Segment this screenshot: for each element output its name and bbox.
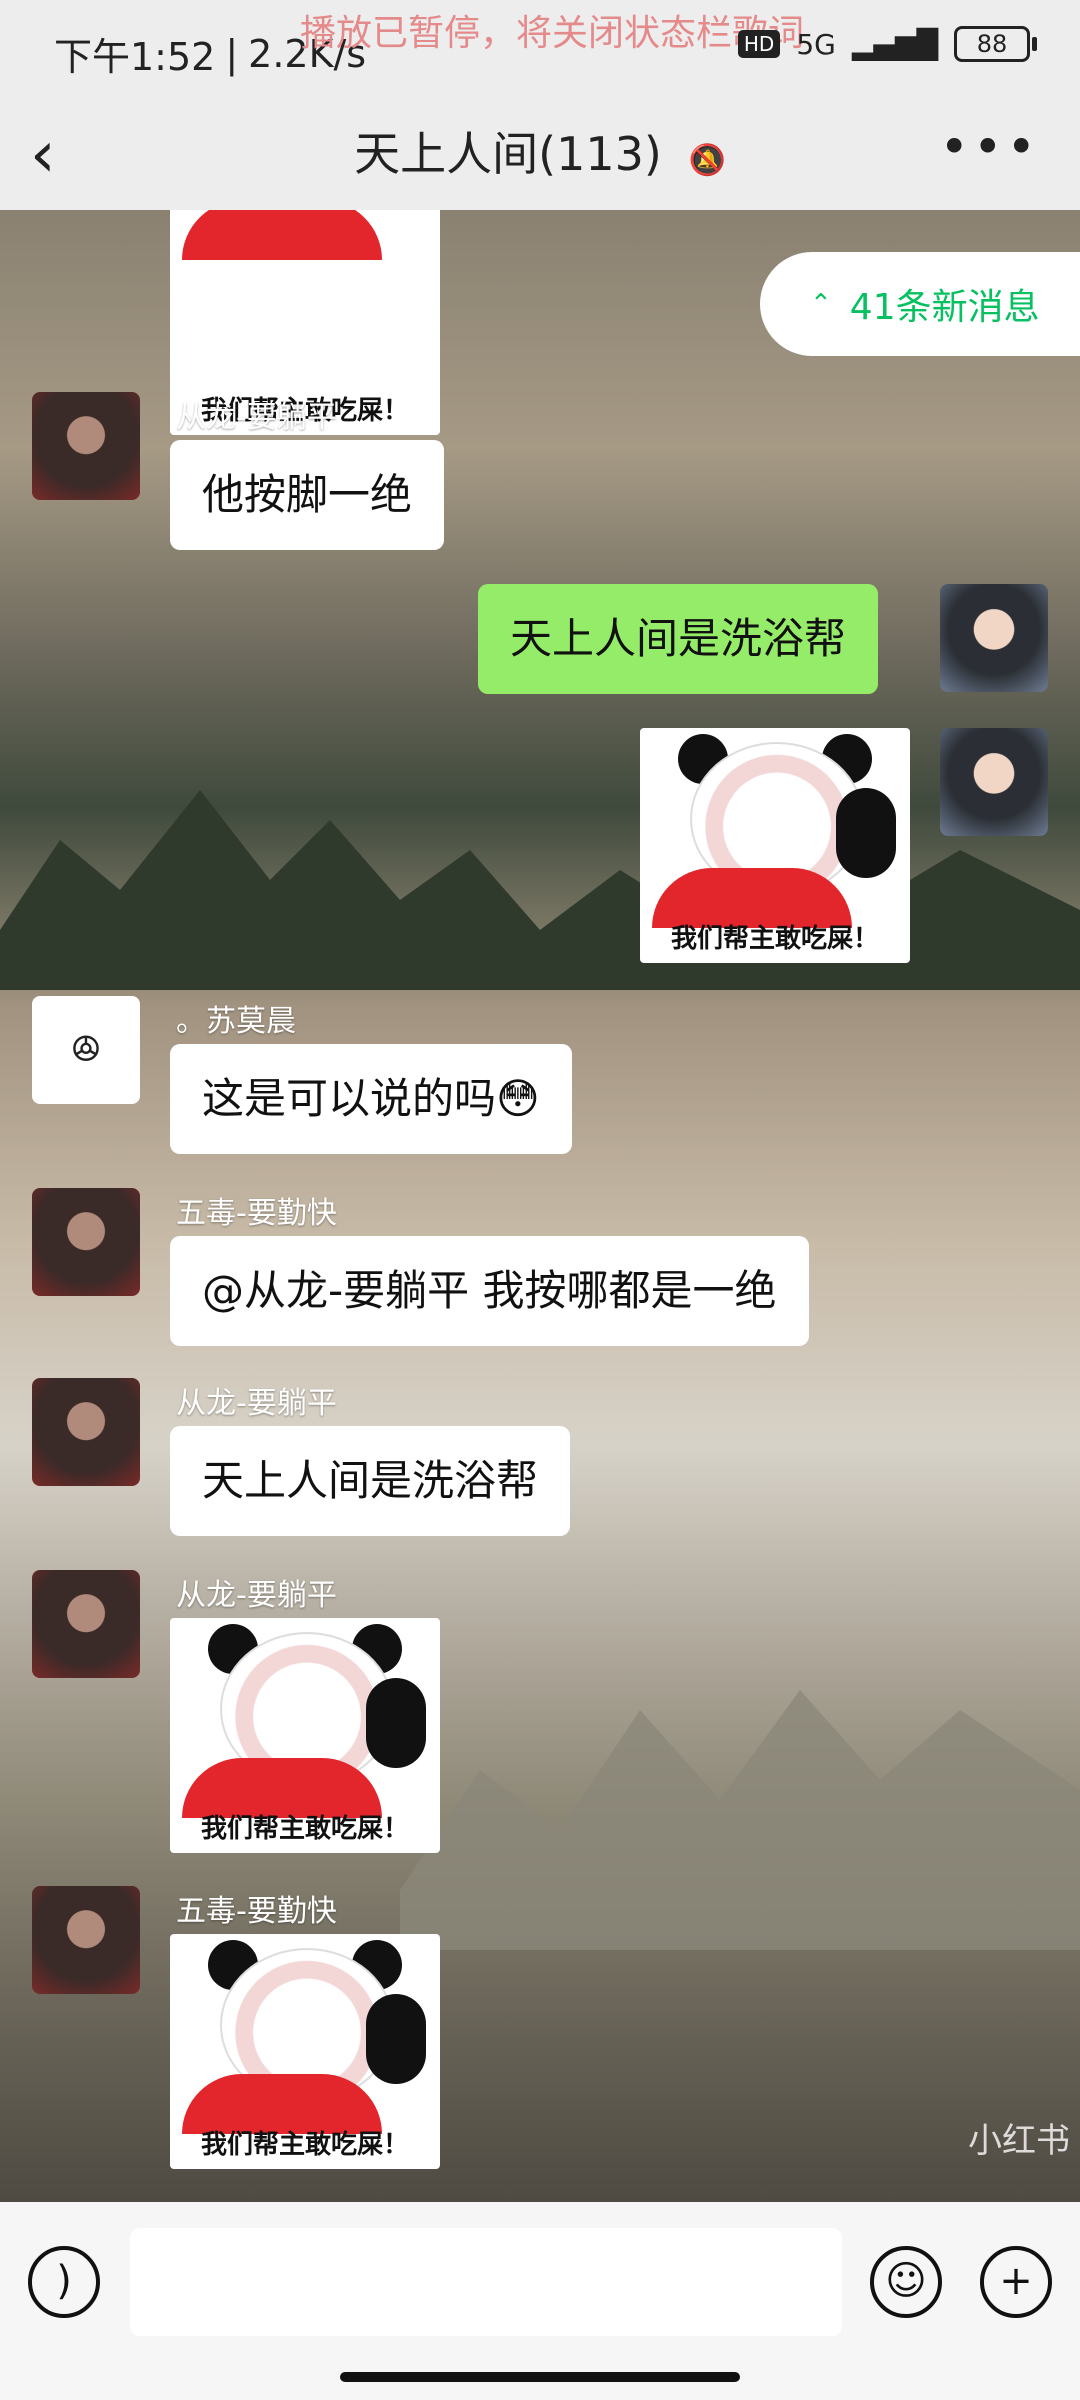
double-chevron-up-icon: ⌃ — [810, 289, 832, 319]
sticker-caption: 我们帮主敢吃屎！ — [200, 1814, 409, 1844]
status-bar: 下午1:52 | 2.2K/s 播放已暂停，将关闭状态栏歌词 HD 5G ▂▄▆… — [0, 0, 1080, 100]
avatar[interactable] — [32, 1188, 140, 1296]
message-input[interactable] — [130, 2228, 842, 2336]
sender-name: 从龙-要躺平 — [176, 400, 337, 435]
my-sticker-message[interactable]: 我们帮主敢吃屎！ — [640, 728, 910, 963]
message-bubble[interactable]: 他按脚一绝 — [170, 440, 445, 550]
voice-button[interactable]: ) — [28, 2246, 100, 2318]
my-avatar[interactable] — [940, 728, 1048, 836]
sender-name: 。苏莫晨 — [176, 1004, 296, 1039]
avatar[interactable] — [32, 1570, 140, 1678]
bell-off-icon: 🔕 — [688, 143, 726, 178]
my-message-bubble[interactable]: 天上人间是洗浴帮 — [478, 584, 879, 694]
background-mountains — [0, 790, 1080, 990]
chat-title: 天上人间(113) — [354, 127, 662, 181]
more-dots-icon: ••• — [939, 118, 1040, 176]
avatar[interactable]: ꔮ — [32, 996, 140, 1104]
sender-name: 五毒-要勤快 — [176, 1196, 337, 1231]
background-mountains-2 — [400, 1690, 1080, 1950]
watermark: 小红书 — [968, 2121, 1070, 2161]
signal-icon: ▂▄▆█ — [851, 27, 938, 61]
chat-header: ‹ 天上人间(113) 🔕 ••• — [0, 100, 1080, 210]
hd-badge: HD — [737, 30, 781, 58]
chat-area[interactable]: 我们帮主敢吃屎！ ⌃ 41条新消息 从龙-要躺平 他按脚一绝 天上人间是洗浴帮 … — [0, 210, 1080, 2202]
my-avatar[interactable] — [940, 584, 1048, 692]
voice-icon: ) — [56, 2258, 72, 2304]
home-indicator[interactable] — [340, 2372, 740, 2382]
sender-name: 五毒-要勤快 — [176, 1894, 337, 1929]
avatar[interactable] — [32, 1886, 140, 1994]
network-label: 5G — [796, 27, 836, 61]
message-bubble[interactable]: 这是可以说的吗😳 — [170, 1044, 572, 1154]
plus-icon: + — [999, 2258, 1033, 2304]
input-bar: ) ☺ + — [0, 2202, 1080, 2400]
fist-icon — [366, 1678, 426, 1768]
emoji-icon: ☺ — [885, 2258, 927, 2304]
fist-icon — [836, 788, 896, 878]
status-time: 下午1:52 — [54, 35, 216, 79]
message-bubble[interactable]: 天上人间是洗浴帮 — [170, 1426, 571, 1536]
emoji-button[interactable]: ☺ — [870, 2246, 942, 2318]
fist-icon — [366, 1994, 426, 2084]
avatar[interactable] — [32, 1378, 140, 1486]
sticker-caption: 我们帮主敢吃屎！ — [200, 2130, 409, 2160]
lyric-notice: 播放已暂停，将关闭状态栏歌词 — [300, 13, 805, 54]
avatar[interactable] — [32, 392, 140, 500]
message-bubble[interactable]: @从龙-要躺平 我按哪都是一绝 — [170, 1236, 809, 1346]
battery-icon: 88 — [954, 26, 1037, 62]
sticker-message[interactable]: 我们帮主敢吃屎！ — [170, 1618, 440, 1853]
new-messages-label: 41条新消息 — [849, 287, 1040, 328]
sender-name: 从龙-要躺平 — [176, 1578, 337, 1613]
sender-name: 从龙-要躺平 — [176, 1386, 337, 1421]
new-messages-button[interactable]: ⌃ 41条新消息 — [760, 252, 1080, 356]
more-button[interactable]: ••• — [940, 118, 1040, 176]
sticker-message[interactable]: 我们帮主敢吃屎！ — [170, 1934, 440, 2169]
sticker-caption: 我们帮主敢吃屎！ — [670, 924, 879, 954]
plus-button[interactable]: + — [980, 2246, 1052, 2318]
